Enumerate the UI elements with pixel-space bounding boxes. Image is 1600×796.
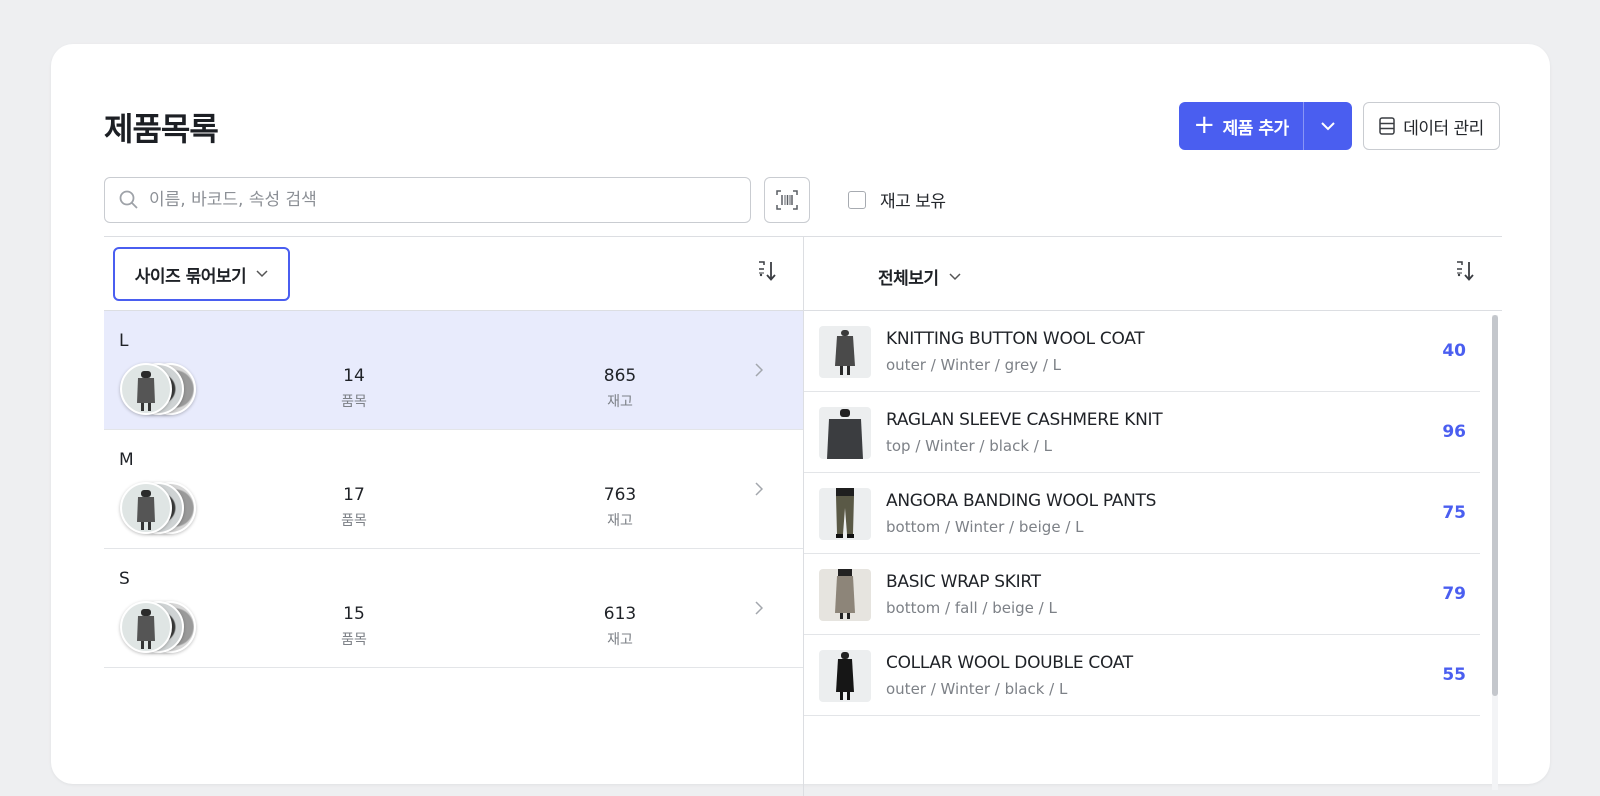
product-name: ANGORA BANDING WOOL PANTS: [886, 491, 1157, 511]
product-name: COLLAR WOOL DOUBLE COAT: [886, 653, 1133, 673]
group-by-label: 사이즈 묶어보기: [134, 266, 247, 287]
sort-icon[interactable]: [757, 260, 777, 282]
items-label: 품목: [341, 513, 367, 529]
size-group-row[interactable]: L 14 품목 865 재고: [104, 311, 803, 430]
product-meta: top / Winter / black / L: [886, 437, 1052, 455]
database-icon: [1379, 117, 1395, 135]
product-list: KNITTING BUTTON WOOL COAT outer / Winter…: [804, 311, 1480, 716]
size-label: M: [119, 450, 134, 470]
size-group-row[interactable]: M 17 품목 763 재고: [104, 430, 803, 549]
chevron-down-icon: [949, 272, 961, 280]
size-group-row[interactable]: S 15 품목 613 재고: [104, 549, 803, 668]
sort-icon[interactable]: [1455, 260, 1475, 282]
add-product-dropdown-button[interactable]: [1304, 102, 1352, 150]
size-label: S: [119, 569, 130, 589]
stock-stat: 613 재고: [580, 604, 660, 649]
product-meta: bottom / fall / beige / L: [886, 599, 1057, 617]
stock-label: 재고: [607, 632, 633, 648]
product-name: KNITTING BUTTON WOOL COAT: [886, 329, 1145, 349]
chevron-down-icon: [1321, 121, 1335, 130]
items-stat: 15 품목: [314, 604, 394, 649]
size-label: L: [119, 331, 129, 351]
size-group-list: L 14 품목 865 재고 M 17 품목 763 재고 S 15 품목 61…: [104, 311, 803, 668]
product-thumbnails: [120, 482, 200, 534]
barcode-scan-button[interactable]: [764, 177, 810, 223]
barcode-scan-icon: [776, 190, 798, 210]
product-quantity: 55: [1442, 665, 1466, 685]
items-count: 14: [343, 366, 365, 386]
stock-stat: 763 재고: [580, 485, 660, 530]
chevron-down-icon: [256, 270, 268, 278]
product-row[interactable]: KNITTING BUTTON WOOL COAT outer / Winter…: [804, 311, 1480, 392]
product-row[interactable]: BASIC WRAP SKIRT bottom / fall / beige /…: [804, 554, 1480, 635]
product-row[interactable]: ANGORA BANDING WOOL PANTS bottom / Winte…: [804, 473, 1480, 554]
in-stock-label: 재고 보유: [880, 192, 946, 212]
data-manage-button[interactable]: 데이터 관리: [1363, 102, 1500, 150]
data-manage-label: 데이터 관리: [1403, 118, 1484, 139]
product-quantity: 96: [1442, 422, 1466, 442]
stock-count: 865: [603, 366, 637, 386]
chevron-right-icon: [755, 601, 763, 615]
items-stat: 14 품목: [314, 366, 394, 411]
stock-count: 613: [603, 604, 637, 624]
product-image: [819, 326, 871, 378]
add-product-button-group: + 제품 추가: [1179, 102, 1352, 150]
plus-icon: +: [1193, 110, 1215, 140]
items-stat: 17 품목: [314, 485, 394, 530]
add-product-button[interactable]: + 제품 추가: [1179, 102, 1304, 150]
search-icon: [119, 190, 138, 209]
stock-stat: 865 재고: [580, 366, 660, 411]
product-quantity: 79: [1442, 584, 1466, 604]
product-thumbnails: [120, 601, 200, 653]
product-row[interactable]: COLLAR WOOL DOUBLE COAT outer / Winter /…: [804, 635, 1480, 716]
in-stock-checkbox[interactable]: [848, 190, 866, 209]
product-name: RAGLAN SLEEVE CASHMERE KNIT: [886, 410, 1163, 430]
items-count: 15: [343, 604, 365, 624]
page-title: 제품목록: [104, 110, 219, 148]
stock-label: 재고: [607, 513, 633, 529]
stock-label: 재고: [607, 394, 633, 410]
product-thumbnails: [120, 363, 200, 415]
view-filter-dropdown[interactable]: 전체보기: [878, 264, 961, 289]
product-row[interactable]: RAGLAN SLEEVE CASHMERE KNIT top / Winter…: [804, 392, 1480, 473]
search-input[interactable]: [149, 190, 729, 210]
product-name: BASIC WRAP SKIRT: [886, 572, 1041, 592]
chevron-right-icon: [755, 363, 763, 377]
chevron-right-icon: [755, 482, 763, 496]
product-image: [819, 650, 871, 702]
items-label: 품목: [341, 394, 367, 410]
product-meta: outer / Winter / black / L: [886, 680, 1068, 698]
add-product-label: 제품 추가: [1222, 118, 1289, 139]
product-thumbnail: [120, 601, 172, 653]
items-label: 품목: [341, 632, 367, 648]
search-box: [104, 177, 751, 223]
group-by-size-dropdown[interactable]: 사이즈 묶어보기: [113, 247, 290, 301]
product-image: [819, 407, 871, 459]
product-quantity: 40: [1442, 341, 1466, 361]
view-filter-label: 전체보기: [878, 269, 939, 289]
in-stock-filter[interactable]: 재고 보유: [848, 187, 946, 212]
stock-count: 763: [603, 485, 637, 505]
scrollbar-thumb[interactable]: [1492, 315, 1498, 696]
product-image: [819, 488, 871, 540]
product-list-card: 제품목록 + 제품 추가 데이터 관리 이름, 바코드, 속성 검색 재고 보유…: [51, 44, 1550, 796]
items-count: 17: [343, 485, 365, 505]
product-thumbnail: [120, 363, 172, 415]
product-meta: bottom / Winter / beige / L: [886, 518, 1084, 536]
product-image: [819, 569, 871, 621]
product-meta: outer / Winter / grey / L: [886, 356, 1062, 374]
product-quantity: 75: [1442, 503, 1466, 523]
product-thumbnail: [120, 482, 172, 534]
